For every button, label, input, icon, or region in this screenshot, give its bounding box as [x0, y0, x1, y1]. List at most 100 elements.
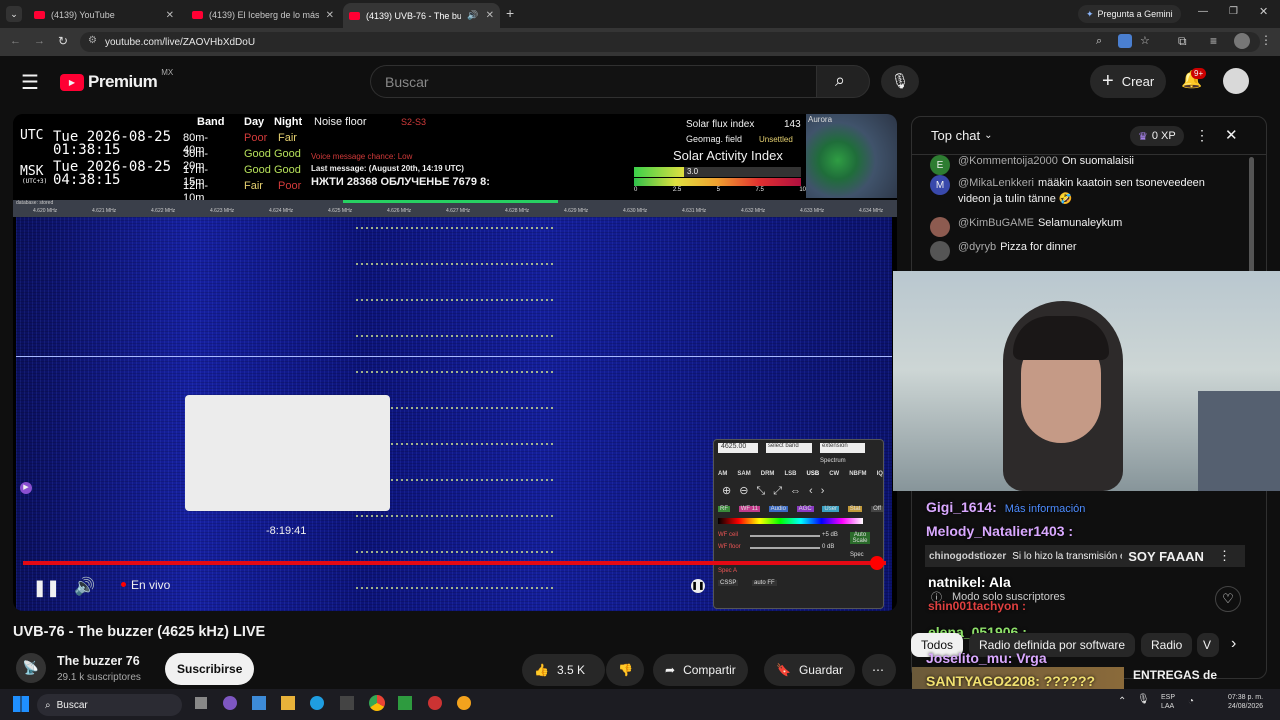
more-actions-button[interactable]: ⋯: [862, 654, 896, 686]
url-field[interactable]: ⚙ youtube.com/live/ZAOVHbXdDoU ⌕ ☆: [80, 32, 1260, 52]
site-info-icon[interactable]: ⚙: [88, 35, 97, 46]
channel-name[interactable]: The buzzer 76: [57, 654, 140, 668]
chat-menu-icon[interactable]: ⋮: [1195, 127, 1209, 144]
chrome-icon[interactable]: [369, 695, 385, 711]
save-button[interactable]: 🔖 Guardar: [764, 654, 855, 686]
edge-icon[interactable]: [310, 696, 324, 710]
author-name[interactable]: @KimBuGAME: [958, 217, 1034, 229]
profile-avatar[interactable]: [1234, 33, 1250, 49]
chapters-marker-icon[interactable]: ▶: [20, 482, 32, 494]
zoom-controls[interactable]: ⊕⊖⤡⤢⇔‹›: [722, 484, 832, 498]
demod-mode-button[interactable]: NBFM: [849, 471, 866, 477]
demod-mode-button[interactable]: USB: [806, 471, 819, 477]
clock[interactable]: 07:38 p. m. 24/08/2026: [1228, 693, 1263, 711]
close-chat-icon[interactable]: ✕: [1225, 126, 1238, 144]
autoplay-toggle-icon[interactable]: ❚❚: [691, 579, 705, 593]
control-tab[interactable]: RF: [718, 506, 730, 512]
forward-icon[interactable]: →: [34, 35, 45, 47]
reading-list-icon[interactable]: ≡: [1210, 34, 1217, 48]
live-label[interactable]: En vivo: [131, 578, 170, 592]
xp-badge[interactable]: ♛ 0 XP: [1130, 126, 1184, 146]
subscribe-button[interactable]: Suscribirse: [165, 653, 255, 685]
author-name[interactable]: @Kommentoija2000: [958, 155, 1058, 167]
tab-youtube[interactable]: (4139) YouTube ✕: [28, 4, 180, 26]
zoom-icon[interactable]: ⌕: [1096, 35, 1102, 48]
overlay-menu-icon[interactable]: ⋮: [1218, 548, 1231, 564]
reload-icon[interactable]: ↻: [58, 34, 68, 48]
tab-iceberg[interactable]: (4139) El Iceberg de lo más Pertu ✕: [186, 4, 340, 26]
control-tab[interactable]: Stat: [847, 506, 863, 512]
demod-mode-button[interactable]: AM: [718, 471, 727, 477]
close-window-button[interactable]: ✕: [1259, 5, 1268, 18]
control-tab[interactable]: AGC: [796, 506, 814, 512]
maximize-button[interactable]: ❐: [1229, 6, 1238, 17]
chat-mode-label[interactable]: Top chat: [931, 128, 980, 143]
control-tab[interactable]: Off: [871, 506, 883, 512]
gemini-button[interactable]: ✦ Pregunta a Gemini: [1078, 5, 1181, 23]
back-icon[interactable]: ←: [10, 35, 21, 47]
chevron-down-icon[interactable]: ⌄: [984, 130, 992, 141]
demod-mode-button[interactable]: CW: [829, 471, 839, 477]
close-tab-icon[interactable]: ✕: [486, 10, 494, 21]
browser-menu-icon[interactable]: ⋮: [1260, 33, 1272, 47]
frequency-input[interactable]: 4625.00: [718, 443, 758, 453]
close-tab-icon[interactable]: ✕: [166, 10, 174, 21]
microphone-tray-icon[interactable]: 🎙: [1137, 694, 1150, 705]
hamburger-menu-icon[interactable]: ☰: [21, 70, 39, 95]
app-green-icon[interactable]: [398, 696, 412, 710]
bookmark-star-icon[interactable]: ☆: [1140, 34, 1150, 47]
minimize-button[interactable]: —: [1198, 6, 1208, 17]
control-tab[interactable]: Audio: [768, 506, 788, 512]
store-icon[interactable]: [252, 696, 266, 710]
demod-mode-button[interactable]: DRM: [761, 471, 775, 477]
search-input[interactable]: Buscar: [370, 65, 816, 98]
taskbar-search[interactable]: ⌕ Buscar: [37, 694, 182, 716]
share-button[interactable]: ➦ Compartir: [653, 654, 748, 686]
network-icon[interactable]: ◔: [1188, 696, 1194, 707]
create-button[interactable]: + Crear: [1090, 65, 1167, 98]
new-tab-button[interactable]: +: [506, 5, 514, 21]
tray-chevron-icon[interactable]: ⌃: [1118, 696, 1126, 707]
control-tab[interactable]: User: [822, 506, 840, 512]
pinned-overlay-message[interactable]: chinogodstiozer Si lo hizo la transmisió…: [925, 545, 1245, 567]
tab-uvb76[interactable]: (4139) UVB-76 - The buzzer 🔊 ✕: [343, 3, 500, 28]
tab-search-button[interactable]: ⌄: [6, 6, 22, 22]
chevron-right-icon[interactable]: ›: [1231, 635, 1236, 653]
wf-ceil-slider[interactable]: [750, 535, 820, 537]
extensions-icon[interactable]: ⧉: [1178, 34, 1187, 49]
band-select[interactable]: select band: [766, 443, 812, 453]
file-explorer-icon[interactable]: [281, 696, 295, 710]
related-video-title[interactable]: ENTREGAS de: [1133, 668, 1217, 682]
demod-mode-button[interactable]: SAM: [737, 471, 750, 477]
video-player[interactable]: UTC Tue 2026-08-25 01:38:15 MSK (UTC+3) …: [13, 114, 897, 611]
auto-scale-button[interactable]: Auto Scale: [850, 532, 870, 544]
channel-avatar[interactable]: 📡: [16, 653, 46, 683]
wf-floor-slider[interactable]: [750, 547, 820, 549]
like-button[interactable]: 👍 3.5 K: [522, 654, 605, 686]
app-orange-icon[interactable]: [457, 696, 471, 710]
pause-icon[interactable]: ❚❚: [33, 578, 60, 598]
spectrum-button[interactable]: Spectrum: [820, 458, 846, 464]
dislike-button[interactable]: 👎: [606, 654, 644, 686]
extension-active-icon[interactable]: [1118, 34, 1132, 48]
seek-bar[interactable]: [23, 556, 886, 570]
demod-mode-button[interactable]: LSB: [784, 471, 796, 477]
task-view-icon[interactable]: [195, 697, 207, 709]
speaker-icon[interactable]: 🔊: [467, 10, 478, 21]
more-info-link[interactable]: Más información: [1005, 503, 1086, 515]
author-name[interactable]: @dyryb: [958, 241, 996, 253]
copilot-icon[interactable]: [223, 696, 237, 710]
volume-icon[interactable]: 🔊: [74, 577, 95, 597]
search-button[interactable]: ⌕: [816, 65, 870, 98]
demod-mode-button[interactable]: IQ: [877, 471, 883, 477]
chip-radio[interactable]: Radio: [1141, 633, 1193, 657]
app-red-icon[interactable]: [428, 696, 442, 710]
youtube-logo[interactable]: ▶ Premium MX: [60, 68, 173, 92]
windows-start-icon[interactable]: [13, 696, 29, 712]
chip-more[interactable]: V: [1197, 633, 1219, 657]
heart-reaction-button[interactable]: ♡: [1215, 586, 1241, 612]
app-icon[interactable]: [340, 696, 354, 710]
close-tab-icon[interactable]: ✕: [326, 10, 334, 21]
voice-search-button[interactable]: 🎙: [881, 65, 919, 98]
control-tab[interactable]: WF 11: [738, 506, 760, 512]
